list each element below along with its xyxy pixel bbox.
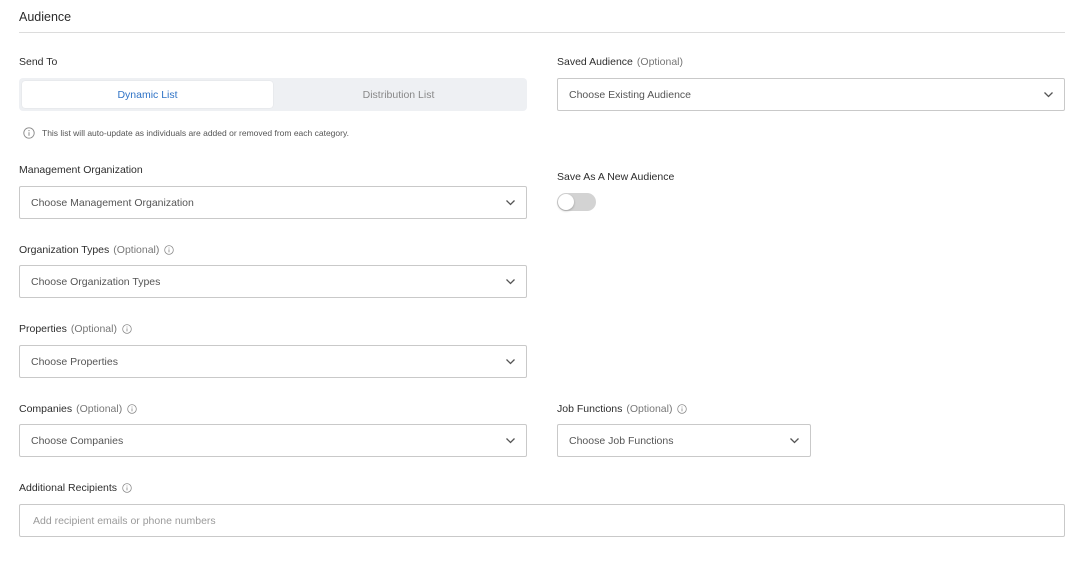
additional-recipients-input[interactable]: [19, 504, 1065, 537]
info-icon: [23, 127, 35, 139]
save-new-audience-label-text: Save As A New Audience: [557, 171, 675, 183]
saved-audience-label-text: Saved Audience: [557, 56, 633, 68]
save-new-audience-toggle[interactable]: [557, 193, 596, 211]
management-org-placeholder: Choose Management Organization: [31, 196, 194, 209]
saved-audience-select[interactable]: Choose Existing Audience: [557, 78, 1065, 111]
properties-select[interactable]: Choose Properties: [19, 345, 527, 378]
additional-recipients-label-text: Additional Recipients: [19, 482, 118, 494]
info-icon[interactable]: [122, 483, 132, 493]
send-to-hint-text: This list will auto-update as individual…: [42, 128, 349, 138]
job-functions-placeholder: Choose Job Functions: [569, 434, 674, 447]
org-types-label: Organization Types (Optional): [19, 244, 175, 256]
job-functions-label: Job Functions (Optional): [557, 403, 688, 415]
optional-tag: (Optional): [76, 403, 123, 415]
chevron-down-icon: [506, 200, 515, 206]
save-new-audience-label: Save As A New Audience: [557, 171, 674, 183]
saved-audience-label: Saved Audience (Optional): [557, 56, 683, 68]
job-functions-select[interactable]: Choose Job Functions: [557, 424, 811, 457]
job-functions-label-text: Job Functions: [557, 403, 623, 415]
management-org-label-text: Management Organization: [19, 164, 143, 176]
companies-label: Companies (Optional): [19, 403, 137, 415]
chevron-down-icon: [506, 359, 515, 365]
management-org-select[interactable]: Choose Management Organization: [19, 186, 527, 219]
distribution-list-tab[interactable]: Distribution List: [273, 81, 524, 108]
info-icon[interactable]: [164, 245, 175, 255]
companies-label-text: Companies: [19, 403, 73, 415]
companies-select[interactable]: Choose Companies: [19, 424, 527, 457]
properties-placeholder: Choose Properties: [31, 355, 118, 368]
optional-tag: (Optional): [113, 244, 160, 256]
chevron-down-icon: [790, 438, 799, 444]
send-to-label-text: Send To: [19, 56, 58, 68]
management-org-label: Management Organization: [19, 164, 143, 176]
chevron-down-icon: [1044, 92, 1053, 98]
send-to-segmented-control: Dynamic List Distribution List: [19, 78, 527, 111]
org-types-label-text: Organization Types: [19, 244, 110, 256]
optional-tag: (Optional): [70, 323, 117, 335]
org-types-select[interactable]: Choose Organization Types: [19, 265, 527, 298]
chevron-down-icon: [506, 279, 515, 285]
chevron-down-icon: [506, 438, 515, 444]
saved-audience-placeholder: Choose Existing Audience: [569, 88, 691, 101]
properties-label-text: Properties: [19, 323, 67, 335]
send-to-hint: This list will auto-update as individual…: [23, 127, 349, 139]
dynamic-list-tab[interactable]: Dynamic List: [22, 81, 273, 108]
companies-placeholder: Choose Companies: [31, 434, 124, 447]
section-divider: [19, 32, 1065, 33]
properties-label: Properties (Optional): [19, 323, 132, 335]
org-types-placeholder: Choose Organization Types: [31, 275, 161, 288]
info-icon[interactable]: [677, 404, 688, 414]
additional-recipients-label: Additional Recipients: [19, 482, 132, 494]
optional-tag: (Optional): [636, 56, 684, 68]
info-icon[interactable]: [122, 324, 132, 334]
section-title: Audience: [19, 10, 72, 24]
info-icon[interactable]: [127, 404, 137, 414]
toggle-knob: [558, 194, 574, 210]
optional-tag: (Optional): [626, 403, 673, 415]
send-to-label: Send To: [19, 56, 57, 68]
